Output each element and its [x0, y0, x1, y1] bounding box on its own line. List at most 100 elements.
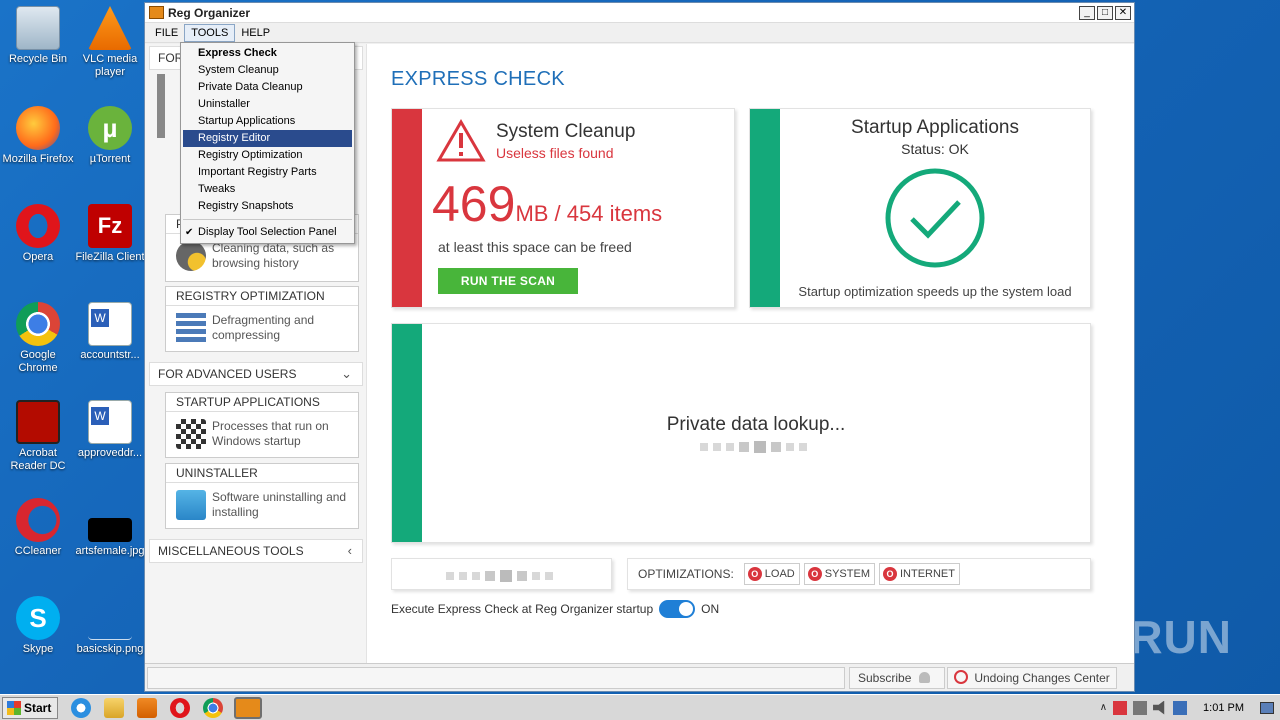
menu-item-private-data-cleanup[interactable]: Private Data Cleanup — [181, 79, 354, 96]
volume-icon[interactable] — [1153, 700, 1165, 715]
menu-file[interactable]: FILE — [149, 25, 184, 41]
checkmark-icon: ✔ — [185, 227, 194, 238]
undoing-changes-center-button[interactable]: Undoing Changes Center — [947, 667, 1117, 689]
reg-organizer-taskbar-icon[interactable] — [234, 696, 263, 719]
loading-dot — [771, 442, 781, 452]
undo-center-label: Undoing Changes Center — [974, 671, 1110, 685]
menu-item-registry-snapshots[interactable]: Registry Snapshots — [181, 198, 354, 215]
word-document-icon: W — [88, 302, 132, 346]
card-title: STARTUP APPLICATIONS — [166, 393, 358, 412]
desktop-icon-word-doc-1[interactable]: W accountstr... — [72, 302, 148, 362]
media-player-icon[interactable] — [137, 697, 158, 718]
menu-item-important-registry-parts[interactable]: Important Registry Parts — [181, 164, 354, 181]
desktop-icon-opera[interactable]: Opera — [0, 204, 76, 264]
user-icon — [918, 672, 930, 683]
menu-item-registry-optimization[interactable]: Registry Optimization — [181, 147, 354, 164]
express-check-startup-setting: Execute Express Check at Reg Organizer s… — [391, 600, 719, 618]
toggle-knob — [679, 602, 694, 616]
menu-item-startup-applications[interactable]: Startup Applications — [181, 113, 354, 130]
tile-subheading: Useless files found — [496, 145, 614, 161]
desktop-icon-skype[interactable]: S Skype — [0, 596, 76, 656]
close-button[interactable]: ✕ — [1115, 5, 1131, 20]
title-bar[interactable]: Reg Organizer _ □ ✕ — [145, 3, 1134, 23]
image-file-icon — [88, 518, 132, 542]
startup-toggle-switch[interactable] — [659, 600, 696, 618]
run-scan-button[interactable]: RUN THE SCAN — [438, 268, 578, 294]
desktop-icon-recycle-bin[interactable]: Recycle Bin — [0, 6, 76, 66]
card-startup-applications[interactable]: STARTUP APPLICATIONS Processes that run … — [165, 392, 359, 458]
section-header-miscellaneous[interactable]: MISCELLANEOUS TOOLS ‹ — [149, 539, 363, 563]
desktop-icon-filezilla[interactable]: Fz FileZilla Client — [72, 204, 148, 264]
desktop-icon-acrobat[interactable]: Acrobat Reader DC — [0, 400, 76, 473]
tile-note: Startup optimization speeds up the syste… — [798, 284, 1072, 299]
optimization-label: INTERNET — [899, 568, 955, 580]
menu-item-tweaks[interactable]: Tweaks — [181, 181, 354, 198]
tile-status: Status: OK — [901, 141, 969, 157]
show-hidden-icons-icon[interactable]: ∧ — [1100, 702, 1107, 713]
menu-item-express-check[interactable]: Express Check — [181, 45, 354, 62]
file-explorer-icon[interactable] — [104, 697, 125, 718]
card-uninstaller[interactable]: UNINSTALLER Software uninstalling and in… — [165, 463, 359, 529]
network-icon[interactable] — [1133, 700, 1148, 715]
card-description: Software uninstalling and installing — [212, 490, 347, 519]
recycle-bin-icon — [16, 6, 60, 50]
desktop-icon-ccleaner[interactable]: CCleaner — [0, 498, 76, 558]
chrome-icon — [16, 302, 60, 346]
section-header-advanced-users[interactable]: FOR ADVANCED USERS ⌄ — [149, 362, 363, 386]
desktop-icon-vlc[interactable]: VLC media player — [72, 6, 148, 79]
tile-note: at least this space can be freed — [438, 239, 632, 255]
clock[interactable]: 1:01 PM — [1203, 702, 1244, 714]
status-field — [147, 667, 845, 689]
optimization-system-button[interactable]: O SYSTEM — [803, 563, 875, 585]
maximize-button[interactable]: □ — [1097, 5, 1113, 20]
desktop-icon-label: artsfemale.jpg — [75, 545, 145, 557]
firefox-icon — [16, 106, 60, 150]
flag-notification-icon[interactable] — [1113, 700, 1128, 715]
desktop-icon-utorrent[interactable]: µ µTorrent — [72, 106, 148, 166]
status-bar: Subscribe Undoing Changes Center — [145, 663, 1134, 691]
desktop-icon-word-doc-2[interactable]: W approveddr... — [72, 400, 148, 460]
power-icon: O — [807, 567, 822, 581]
desktop-icon-firefox[interactable]: Mozilla Firefox — [0, 106, 76, 166]
loading-dot — [472, 572, 480, 580]
opera-taskbar-icon[interactable] — [170, 697, 191, 718]
optimization-load-button[interactable]: O LOAD — [743, 563, 800, 585]
optimization-label: SYSTEM — [824, 568, 870, 580]
card-registry-optimization[interactable]: REGISTRY OPTIMIZATION Defragmenting and … — [165, 286, 359, 352]
skype-icon: S — [16, 596, 60, 640]
loading-dot — [459, 572, 467, 580]
subscribe-button[interactable]: Subscribe — [849, 667, 945, 689]
acrobat-icon — [16, 400, 60, 444]
desktop-icon-label: µTorrent — [89, 153, 131, 165]
tools-dropdown-menu: Express Check System Cleanup Private Dat… — [180, 42, 355, 244]
minimize-button[interactable]: _ — [1079, 5, 1095, 20]
card-title: UNINSTALLER — [166, 464, 358, 483]
internet-explorer-icon[interactable] — [71, 697, 92, 718]
loading-dot — [532, 572, 540, 580]
tile-loading-strip — [391, 558, 612, 590]
desktop-icon-chrome[interactable]: Google Chrome — [0, 302, 76, 375]
express-check-panel: EXPRESS CHECK System Cleanup Useless fil… — [367, 44, 1134, 663]
menu-item-uninstaller[interactable]: Uninstaller — [181, 96, 354, 113]
show-desktop-button[interactable] — [1260, 701, 1274, 714]
box-trash-icon — [176, 490, 206, 520]
monitor-icon[interactable] — [1173, 700, 1188, 715]
chrome-taskbar-icon[interactable] — [203, 697, 224, 718]
power-icon: O — [882, 567, 897, 581]
checkmark-circle-icon — [885, 168, 985, 268]
menu-tools[interactable]: TOOLS — [184, 23, 236, 42]
desktop-icon-image-1[interactable]: artsfemale.jpg — [72, 498, 148, 558]
desktop-icon-image-2[interactable]: basicskip.png — [72, 596, 148, 656]
optimization-internet-button[interactable]: O INTERNET — [878, 563, 960, 585]
panel-partial-icon — [157, 74, 165, 138]
menu-help[interactable]: HELP — [235, 25, 276, 41]
desktop-icon-label: Mozilla Firefox — [2, 153, 74, 165]
tile-heading: Startup Applications — [851, 117, 1019, 138]
menu-item-display-tool-selection-panel[interactable]: ✔ Display Tool Selection Panel — [181, 224, 354, 241]
start-button[interactable]: Start — [2, 696, 59, 719]
card-description: Defragmenting and compressing — [212, 313, 315, 342]
tile-system-cleanup: System Cleanup Useless files found 469MB… — [391, 108, 735, 308]
menu-item-registry-editor[interactable]: Registry Editor — [183, 130, 352, 147]
optimizations-bar: OPTIMIZATIONS: O LOAD O SYSTEM O INTERNET — [627, 558, 1091, 590]
menu-item-system-cleanup[interactable]: System Cleanup — [181, 62, 354, 79]
